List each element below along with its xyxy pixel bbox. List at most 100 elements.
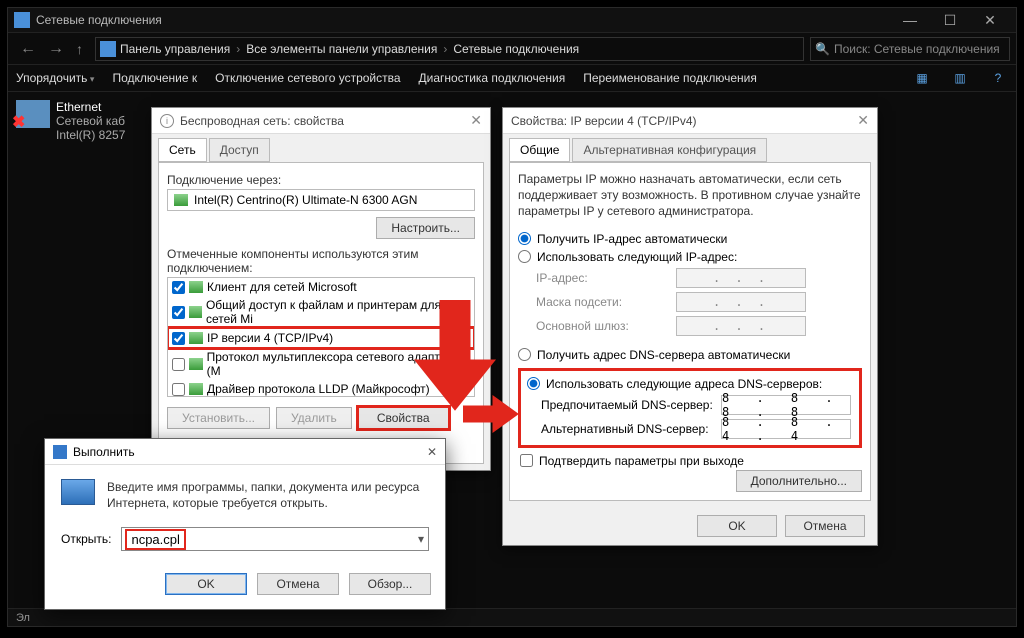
- connection-device: Intel(R) 8257: [56, 128, 125, 142]
- components-label: Отмеченные компоненты используются этим …: [167, 247, 475, 275]
- tab-alternate[interactable]: Альтернативная конфигурация: [572, 138, 767, 162]
- confirm-on-exit-label: Подтвердить параметры при выходе: [539, 454, 744, 468]
- component-item[interactable]: Драйвер протокола LLDP (Майкрософт): [168, 380, 474, 397]
- component-label: Клиент для сетей Microsoft: [207, 280, 357, 294]
- component-item[interactable]: Общий доступ к файлам и принтерам для се…: [168, 296, 474, 328]
- connection-name: Ethernet: [56, 100, 125, 114]
- component-icon: [189, 332, 203, 344]
- component-checkbox[interactable]: [172, 306, 185, 319]
- preferred-dns-label: Предпочитаемый DNS-сервер:: [541, 398, 721, 412]
- rename-button[interactable]: Переименование подключения: [583, 71, 757, 85]
- crumb-1[interactable]: Все элементы панели управления: [246, 42, 437, 56]
- intro-text: Параметры IP можно назначать автоматичес…: [518, 171, 862, 220]
- dialog-title: Свойства: IP версии 4 (TCP/IPv4): [511, 114, 697, 128]
- disconnected-overlay-icon: ✖: [12, 112, 25, 132]
- run-titlebar[interactable]: Выполнить ✕: [45, 439, 445, 465]
- ip-manual-label: Использовать следующий IP-адрес:: [537, 250, 737, 264]
- remove-button[interactable]: Удалить: [276, 407, 352, 429]
- ip-auto-label: Получить IP-адрес автоматически: [537, 232, 727, 246]
- forward-button[interactable]: →: [42, 40, 70, 58]
- close-icon[interactable]: ✕: [857, 112, 869, 129]
- help-button[interactable]: ?: [988, 69, 1008, 87]
- titlebar[interactable]: Сетевые подключения — ☐ ✕: [8, 8, 1016, 32]
- close-icon[interactable]: ✕: [427, 445, 437, 459]
- breadcrumb[interactable]: Панель управления › Все элементы панели …: [95, 37, 804, 61]
- dialog-titlebar[interactable]: i Беспроводная сеть: свойства ✕: [152, 108, 490, 134]
- component-checkbox[interactable]: [172, 281, 185, 294]
- dns-manual-radio[interactable]: [527, 377, 540, 390]
- component-icon: [189, 383, 203, 395]
- run-ok-button[interactable]: OK: [165, 573, 247, 595]
- dialog-titlebar[interactable]: Свойства: IP версии 4 (TCP/IPv4) ✕: [503, 108, 877, 134]
- ipv4-properties-dialog: Свойства: IP версии 4 (TCP/IPv4) ✕ Общие…: [502, 107, 878, 546]
- components-list[interactable]: Клиент для сетей Microsoft Общий доступ …: [167, 277, 475, 397]
- connection-status: Сетевой каб: [56, 114, 125, 128]
- ip-address-label: IP-адрес:: [536, 271, 676, 285]
- component-checkbox[interactable]: [172, 358, 185, 371]
- dns-manual-group: Использовать следующие адреса DNS-сервер…: [518, 368, 862, 448]
- tab-network[interactable]: Сеть: [158, 138, 207, 162]
- dns-auto-radio[interactable]: [518, 348, 531, 361]
- disable-device-button[interactable]: Отключение сетевого устройства: [215, 71, 400, 85]
- crumb-0[interactable]: Панель управления: [120, 42, 230, 56]
- configure-button[interactable]: Настроить...: [376, 217, 475, 239]
- search-input[interactable]: 🔍 Поиск: Сетевые подключения: [810, 37, 1010, 61]
- address-bar: ← → ↑ Панель управления › Все элементы п…: [8, 32, 1016, 64]
- open-input[interactable]: ncpa.cpl ▾: [121, 527, 429, 551]
- back-button[interactable]: ←: [14, 40, 42, 58]
- run-icon: [53, 445, 67, 459]
- wifi-properties-dialog: i Беспроводная сеть: свойства ✕ Сеть Дос…: [151, 107, 491, 471]
- component-icon: [189, 358, 203, 370]
- tab-general[interactable]: Общие: [509, 138, 570, 162]
- component-item-ipv4[interactable]: IP версии 4 (TCP/IPv4): [168, 328, 474, 348]
- status-bar: Эл: [8, 608, 1016, 626]
- chevron-right-icon: ›: [437, 42, 453, 56]
- run-browse-button[interactable]: Обзор...: [349, 573, 431, 595]
- open-label: Открыть:: [61, 532, 111, 546]
- subnet-mask-input: . . .: [676, 292, 806, 312]
- ethernet-icon: ✖: [16, 100, 50, 128]
- run-title: Выполнить: [73, 445, 135, 459]
- cancel-button[interactable]: Отмена: [785, 515, 865, 537]
- info-icon: i: [160, 114, 174, 128]
- up-button[interactable]: ↑: [70, 41, 89, 57]
- close-icon[interactable]: ✕: [470, 112, 482, 129]
- install-button[interactable]: Установить...: [167, 407, 270, 429]
- subnet-mask-label: Маска подсети:: [536, 295, 676, 309]
- run-cancel-button[interactable]: Отмена: [257, 573, 339, 595]
- preferred-dns-input[interactable]: 8 . 8 . 8 . 8: [721, 395, 851, 415]
- component-icon: [189, 306, 202, 318]
- close-button[interactable]: ✕: [970, 8, 1010, 32]
- confirm-on-exit-checkbox[interactable]: [520, 454, 533, 467]
- location-icon: [100, 41, 116, 57]
- ok-button[interactable]: OK: [697, 515, 777, 537]
- properties-button[interactable]: Свойства: [358, 407, 449, 429]
- ip-auto-radio[interactable]: [518, 232, 531, 245]
- connect-via-label: Подключение через:: [167, 173, 475, 187]
- dropdown-icon[interactable]: ▾: [418, 532, 424, 546]
- tab-access[interactable]: Доступ: [209, 138, 270, 162]
- window-title: Сетевые подключения: [36, 13, 162, 27]
- organize-menu[interactable]: Упорядочить: [16, 71, 94, 85]
- ip-manual-radio[interactable]: [518, 250, 531, 263]
- component-checkbox[interactable]: [172, 332, 185, 345]
- diagnose-button[interactable]: Диагностика подключения: [419, 71, 566, 85]
- component-label: Протокол мультиплексора сетевого адаптер…: [207, 350, 470, 378]
- minimize-button[interactable]: —: [890, 8, 930, 32]
- search-placeholder: Поиск: Сетевые подключения: [834, 42, 1000, 56]
- maximize-button[interactable]: ☐: [930, 8, 970, 32]
- preview-pane-button[interactable]: ▥: [950, 69, 970, 87]
- component-checkbox[interactable]: [172, 383, 185, 396]
- component-item[interactable]: Клиент для сетей Microsoft: [168, 278, 474, 296]
- view-icons-button[interactable]: ▦: [912, 69, 932, 87]
- advanced-button[interactable]: Дополнительно...: [736, 470, 862, 492]
- alternate-dns-label: Альтернативный DNS-сервер:: [541, 422, 721, 436]
- component-item[interactable]: Протокол мультиплексора сетевого адаптер…: [168, 348, 474, 380]
- connect-to-button[interactable]: Подключение к: [112, 71, 197, 85]
- open-value: ncpa.cpl: [128, 532, 182, 547]
- crumb-2[interactable]: Сетевые подключения: [453, 42, 579, 56]
- dns-auto-label: Получить адрес DNS-сервера автоматически: [537, 348, 790, 362]
- app-icon: [14, 12, 30, 28]
- component-label: IP версии 4 (TCP/IPv4): [207, 331, 333, 345]
- alternate-dns-input[interactable]: 8 . 8 . 4 . 4: [721, 419, 851, 439]
